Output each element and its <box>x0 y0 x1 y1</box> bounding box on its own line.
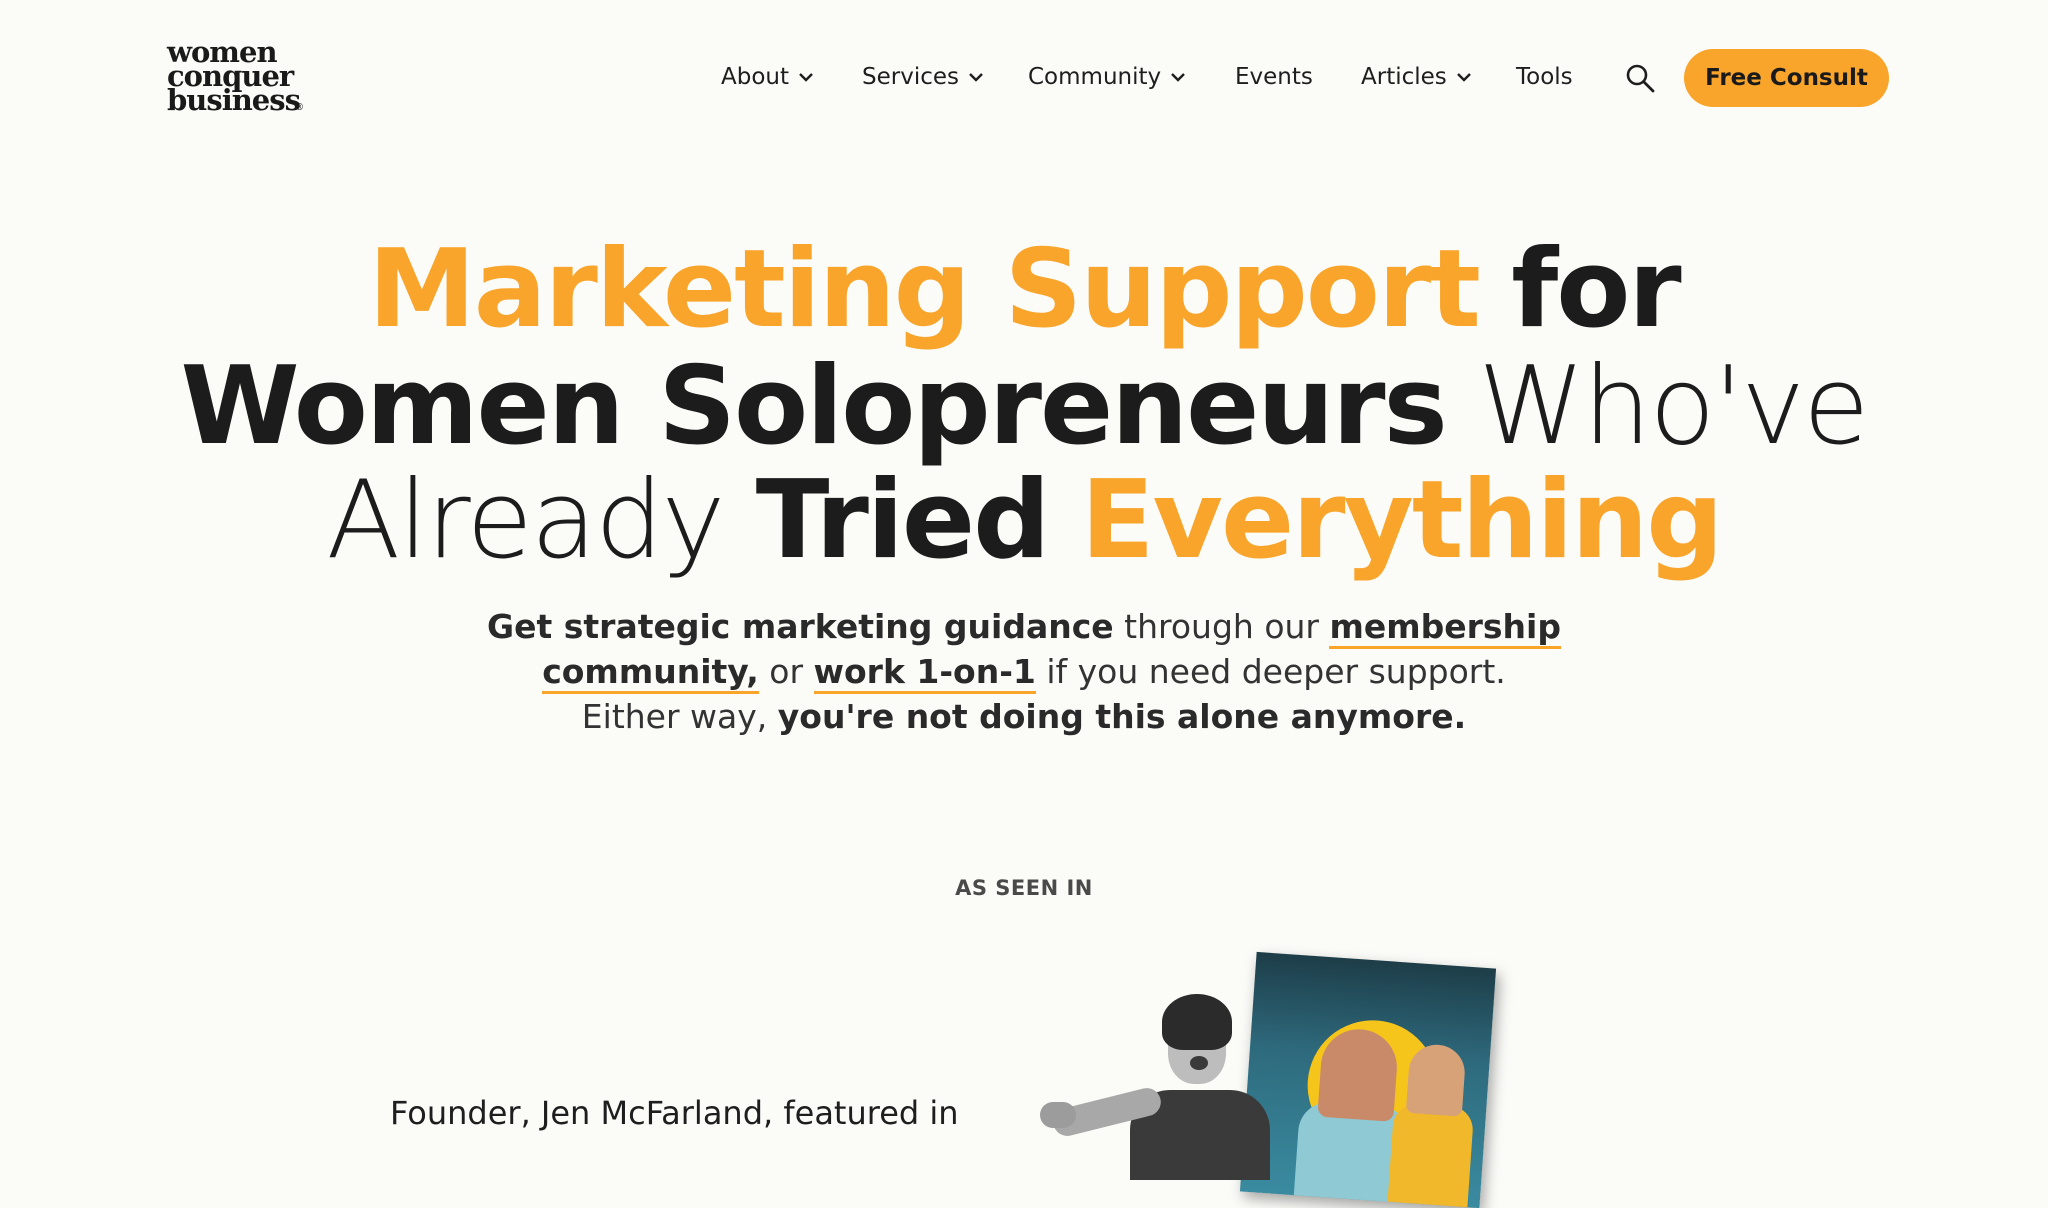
hero-subtext-line2: community, or work 1-on-1 if you need de… <box>0 649 2048 694</box>
subtext-or: or <box>758 652 814 691</box>
headline-for: for <box>1511 227 1681 352</box>
hero-headline-line3: Already Tried Everything <box>0 465 2048 577</box>
nav-item-tools[interactable]: Tools <box>1516 60 1573 94</box>
nav-label-tools: Tools <box>1516 64 1573 90</box>
nav-label-community: Community <box>1028 64 1162 90</box>
registered-mark: ® <box>295 103 304 113</box>
subtext-strategic: Get strategic marketing guidance <box>487 607 1114 646</box>
poster-figure-2-body <box>1386 1101 1475 1208</box>
nav-label-events: Events <box>1235 64 1313 90</box>
subtext-deeper-support: if you need deeper support. <box>1035 652 1506 691</box>
founder-hand <box>1040 1102 1076 1128</box>
chevron-down-icon <box>969 73 983 82</box>
headline-everything: Everything <box>1080 458 1724 583</box>
nav-label-about: About <box>721 64 790 90</box>
nav-label-services: Services <box>862 64 959 90</box>
nav-label-articles: Articles <box>1361 64 1447 90</box>
founder-mouth <box>1190 1056 1208 1070</box>
nav-item-services[interactable]: Services <box>862 60 983 94</box>
headline-marketing-support: Marketing Support <box>368 227 1481 352</box>
founder-photo <box>1040 990 1270 1180</box>
brand-logo[interactable]: women conquer business ® <box>167 38 307 117</box>
free-consult-button[interactable]: Free Consult <box>1684 49 1889 107</box>
logo-line-business: business <box>167 83 301 117</box>
poster-figure-1-head <box>1317 1026 1400 1122</box>
headline-whove: Who've <box>1478 344 1869 469</box>
nav-item-about[interactable]: About <box>721 60 813 94</box>
chevron-down-icon <box>799 73 813 82</box>
headline-already: Already <box>326 458 725 583</box>
poster-figure-2-head <box>1405 1042 1467 1117</box>
nav-item-community[interactable]: Community <box>1028 60 1185 94</box>
nav-item-articles[interactable]: Articles <box>1361 60 1471 94</box>
chevron-down-icon <box>1456 73 1471 82</box>
subtext-not-alone: you're not doing this alone anymore. <box>777 697 1467 736</box>
work-1-on-1-link[interactable]: work 1-on-1 <box>813 652 1036 694</box>
subtext-through: through our <box>1113 607 1330 646</box>
as-seen-in-label: AS SEEN IN <box>955 876 1093 900</box>
search-icon[interactable] <box>1624 62 1656 94</box>
headline-tried: Tried <box>755 458 1051 583</box>
membership-link-part1[interactable]: membership <box>1329 607 1561 649</box>
founder-feature-text: Founder, Jen McFarland, featured in <box>390 1094 959 1132</box>
nav-item-events[interactable]: Events <box>1235 60 1313 94</box>
founder-hair <box>1162 994 1232 1050</box>
hero-headline-line1: Marketing Support for <box>0 234 2048 346</box>
hero-subtext-line3: Either way, you're not doing this alone … <box>0 694 2048 739</box>
membership-link-part2[interactable]: community, <box>542 652 759 694</box>
headline-women-solopreneurs: Women Solopreneurs <box>180 344 1447 469</box>
hero-headline-line2: Women Solopreneurs Who've <box>0 351 2048 463</box>
subtext-either-way: Either way, <box>581 697 778 736</box>
chevron-down-icon <box>1171 73 1185 82</box>
hero-subtext-line1: Get strategic marketing guidance through… <box>0 604 2048 649</box>
movie-poster-image <box>1239 951 1497 1208</box>
